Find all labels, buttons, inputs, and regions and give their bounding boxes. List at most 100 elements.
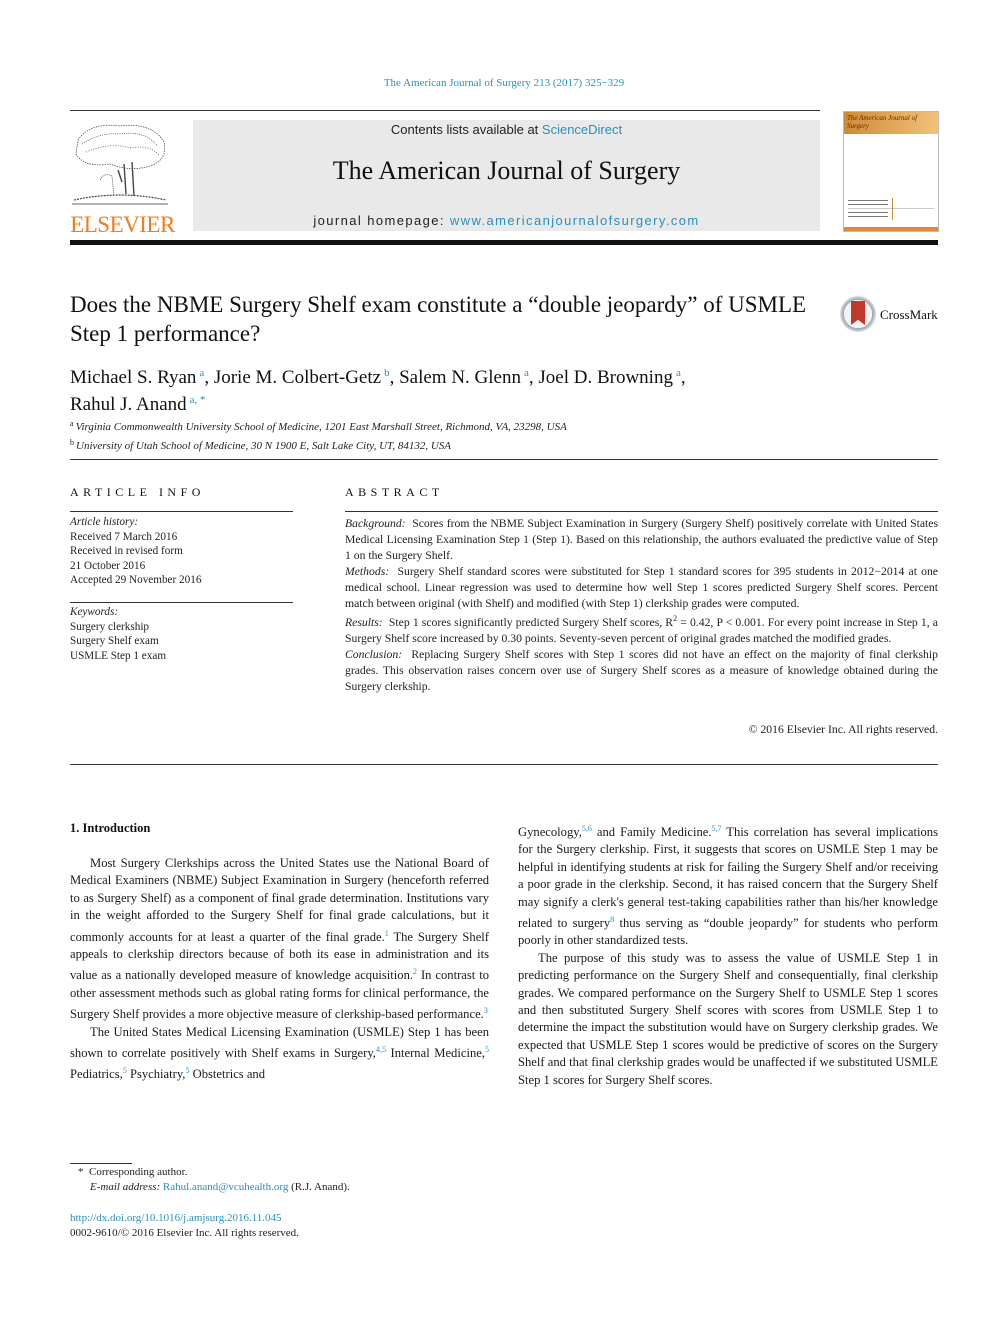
elsevier-tree-icon bbox=[72, 124, 168, 205]
journal-cover-thumbnail[interactable]: The American Journal of Surgery bbox=[843, 111, 939, 232]
body-paragraph: The United States Medical Licensing Exam… bbox=[70, 1024, 489, 1084]
affiliation-text: Virginia Commonwealth University School … bbox=[75, 421, 567, 433]
cover-text-lines bbox=[848, 200, 934, 220]
author-separator: , bbox=[680, 367, 686, 388]
email-suffix: (R.J. Anand). bbox=[288, 1181, 350, 1193]
author-name: Jorie M. Colbert-Getz bbox=[213, 367, 382, 388]
citation-link[interactable]: 5,7 bbox=[712, 824, 722, 833]
affiliation-key: a bbox=[70, 419, 74, 428]
body-text: Obstetrics and bbox=[189, 1067, 266, 1082]
body-text: Pediatrics, bbox=[70, 1067, 123, 1082]
section-heading-introduction: 1. Introduction bbox=[70, 821, 151, 835]
homepage-prefix: journal homepage: bbox=[313, 213, 450, 228]
abstract-section-label: Methods: bbox=[345, 564, 390, 578]
abstract-heading: ABSTRACT bbox=[345, 485, 444, 499]
article-info-heading: ARTICLE INFO bbox=[70, 485, 205, 499]
sciencedirect-link[interactable]: ScienceDirect bbox=[542, 122, 622, 137]
abstract-body: Background: Scores from the NBME Subject… bbox=[345, 516, 938, 695]
affiliation-item: a Virginia Commonwealth University School… bbox=[70, 416, 830, 435]
body-text: This correlation has several implication… bbox=[518, 825, 938, 931]
author-affiliation-link[interactable]: a, * bbox=[190, 394, 206, 406]
affiliation-text: University of Utah School of Medicine, 3… bbox=[76, 440, 451, 452]
body-text: Gynecology, bbox=[518, 825, 582, 839]
contents-line: Contents lists available at ScienceDirec… bbox=[193, 122, 820, 137]
keyword-item: USMLE Step 1 exam bbox=[70, 649, 167, 662]
divider bbox=[70, 459, 938, 460]
author-separator: , bbox=[389, 367, 400, 388]
divider bbox=[70, 602, 293, 603]
body-column-left: Most Surgery Clerkships across the Unite… bbox=[70, 855, 489, 1084]
crossmark-label: CrossMark bbox=[880, 307, 938, 322]
abstract-section-text: Scores from the NBME Subject Examination… bbox=[345, 517, 938, 562]
divider bbox=[70, 511, 293, 512]
author-name: Michael S. Ryan bbox=[70, 367, 197, 388]
history-item: Received 7 March 2016 bbox=[70, 530, 178, 543]
body-column-right: Gynecology,5,6 and Family Medicine.5,7 T… bbox=[518, 820, 938, 1089]
history-item: Received in revised form bbox=[70, 545, 183, 557]
email-label: E-mail address: bbox=[90, 1181, 161, 1193]
body-paragraph: The purpose of this study was to assess … bbox=[518, 950, 938, 1089]
crossmark-button[interactable]: CrossMark bbox=[840, 296, 940, 336]
abstract-section-text: Surgery Shelf standard scores were subst… bbox=[345, 564, 938, 610]
footnote-line: * Corresponding author. bbox=[70, 1165, 350, 1180]
author-separator: , bbox=[528, 367, 539, 388]
abstract-methods: Methods: Surgery Shelf standard scores w… bbox=[345, 564, 938, 612]
abstract-section-text: Step 1 scores significantly predicted Su… bbox=[388, 616, 674, 630]
footnote-divider bbox=[70, 1163, 132, 1164]
keyword-item: Surgery Shelf exam bbox=[70, 635, 159, 647]
abstract-section-label: Background: bbox=[345, 517, 406, 530]
body-text: Psychiatry, bbox=[126, 1067, 186, 1082]
citation-link[interactable]: 4,5 bbox=[376, 1045, 386, 1054]
author-name: Salem N. Glenn bbox=[399, 367, 521, 388]
corresponding-author-footnote: * Corresponding author. E-mail address: … bbox=[70, 1165, 350, 1195]
issn-copyright: 0002-9610/© 2016 Elsevier Inc. All right… bbox=[70, 1227, 299, 1239]
email-link[interactable]: Rahul.anand@vcuhealth.org bbox=[163, 1181, 288, 1193]
homepage-line: journal homepage: www.americanjournalofs… bbox=[193, 213, 820, 228]
affiliations: a Virginia Commonwealth University School… bbox=[70, 416, 830, 454]
doi-link[interactable]: http://dx.doi.org/10.1016/j.amjsurg.2016… bbox=[70, 1211, 299, 1226]
body-text: Internal Medicine, bbox=[385, 1046, 485, 1061]
cover-footer-band bbox=[844, 227, 938, 231]
elsevier-logo[interactable]: ELSEVIER bbox=[70, 120, 175, 237]
journal-reference-link[interactable]: The American Journal of Surgery 213 (201… bbox=[0, 77, 992, 89]
affiliation-key: b bbox=[70, 438, 74, 447]
author-list: Michael S. Ryan a, Jorie M. Colbert-Getz b… bbox=[70, 362, 830, 416]
abstract-background: Background: Scores from the NBME Subject… bbox=[345, 516, 938, 564]
abstract-section-label: Results: bbox=[345, 616, 383, 630]
keywords: Keywords: Surgery clerkship Surgery Shel… bbox=[70, 605, 166, 663]
history-label: Article history: bbox=[70, 516, 139, 528]
abstract-copyright: © 2016 Elsevier Inc. All rights reserved… bbox=[748, 723, 938, 736]
history-item: 21 October 2016 bbox=[70, 559, 146, 572]
journal-name: The American Journal of Surgery bbox=[332, 156, 681, 185]
author-separator: , bbox=[204, 367, 214, 388]
email-line: E-mail address: Rahul.anand@vcuhealth.or… bbox=[70, 1180, 350, 1195]
article-history: Article history: Received 7 March 2016 R… bbox=[70, 515, 201, 588]
citation-link[interactable]: 5 bbox=[485, 1045, 489, 1054]
elsevier-wordmark: ELSEVIER bbox=[70, 212, 175, 237]
citation-link[interactable]: 5,6 bbox=[582, 824, 592, 833]
history-item: Accepted 29 November 2016 bbox=[70, 574, 202, 586]
body-text: and Family Medicine. bbox=[591, 825, 712, 839]
article-title: Does the NBME Surgery Shelf exam constit… bbox=[70, 292, 807, 346]
abstract-conclusion: Conclusion: Replacing Surgery Shelf scor… bbox=[345, 647, 938, 695]
footnote-label: Corresponding author. bbox=[89, 1166, 188, 1178]
header-thick-divider bbox=[70, 240, 938, 245]
keyword-item: Surgery clerkship bbox=[70, 620, 150, 633]
author-name: Rahul J. Anand bbox=[70, 394, 187, 415]
footnote-mark: * bbox=[78, 1166, 84, 1178]
body-paragraph: Most Surgery Clerkships across the Unite… bbox=[70, 855, 489, 1024]
divider bbox=[70, 764, 938, 765]
body-paragraph: Gynecology,5,6 and Family Medicine.5,7 T… bbox=[518, 820, 938, 950]
abstract-section-label: Conclusion: bbox=[345, 648, 403, 662]
body-text: The purpose of this study was to assess … bbox=[518, 950, 938, 1087]
journal-masthead: Contents lists available at ScienceDirec… bbox=[193, 120, 820, 231]
keywords-label: Keywords: bbox=[70, 606, 119, 618]
divider bbox=[345, 511, 938, 512]
cover-title: The American Journal of Surgery bbox=[844, 112, 938, 134]
affiliation-item: b University of Utah School of Medicine, … bbox=[70, 435, 830, 454]
author-name: Joel D. Browning bbox=[538, 367, 673, 388]
citation-link[interactable]: 3 bbox=[484, 1006, 488, 1015]
contents-prefix: Contents lists available at bbox=[390, 122, 542, 137]
abstract-results: Results: Step 1 scores significantly pre… bbox=[345, 611, 938, 647]
homepage-link[interactable]: www.americanjournalofsurgery.com bbox=[450, 213, 700, 228]
